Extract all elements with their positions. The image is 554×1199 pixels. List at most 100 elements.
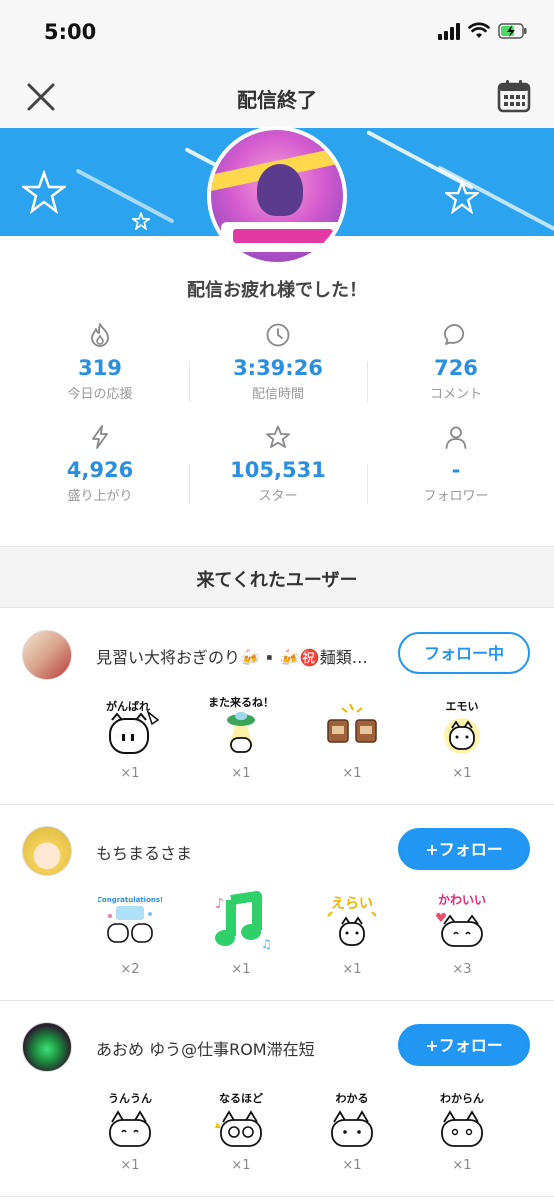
flame-icon [91,323,109,347]
stamp-count: ×1 [342,766,362,781]
stamp-item: なるほど ×1 [201,1082,281,1173]
stat-followers: - フォロワー [364,424,548,524]
svg-text:エモい: エモい [446,700,479,713]
star-decoration-icon [132,212,150,230]
stamp-count: ×1 [342,1158,362,1173]
svg-text:なるほど: なるほど [219,1092,263,1105]
svg-text:♪: ♪ [215,896,224,912]
star-icon [266,425,290,448]
stamp-item: Congratulations! ×2 [90,886,170,977]
stamp-count: ×1 [231,766,251,781]
visitor-row: あおめ ゆう@仕事ROM滞在短 +フォロー うんうん ×1 なるほど ×1 わか… [0,1002,554,1197]
stat-value: 726 [434,356,478,380]
stamp-item: ♪ ♫ ×1 [201,886,281,977]
stamp-count: ×1 [120,1158,140,1173]
svg-text:♫: ♫ [261,937,272,951]
stat-comments: 726 コメント [364,322,548,422]
svg-text:わかる: わかる [336,1092,369,1105]
stat-cheers: 319 今日の応援 [8,322,192,422]
stat-label: 配信時間 [251,387,304,402]
lightning-icon [92,425,108,449]
cellular-signal-icon [438,22,460,40]
stamp-item: エモい ×1 [422,690,502,781]
stamp-item: うんうん ×1 [90,1082,170,1173]
stat-value: 105,531 [230,458,326,482]
status-icons [438,22,528,40]
streamer-avatar [207,126,347,266]
visitor-name[interactable]: 見習い大将おぎのり🍻▪️🍻㊗️麺類… [96,644,386,668]
stat-label: フォロワー [423,489,489,504]
stamp-count: ×1 [231,962,251,977]
stats-grid: 319 今日の応援 3:39:26 配信時間 726 コメント 4,926 盛り… [0,320,554,520]
stamp-count: ×3 [452,962,472,977]
avatar[interactable] [22,1022,72,1072]
music-note-stamp-icon: ♪ ♫ [215,891,272,951]
cat-cheer-stamp-icon: がんばれ [106,699,160,754]
stamp-item: えらい ×1 [312,886,392,977]
stamp-count: ×1 [120,766,140,781]
stat-value: 3:39:26 [233,356,323,380]
stamp-list: がんばれ ×1 また来るね！ ×1 ×1 エモい ×1 [0,690,554,800]
svg-text:また来るね！: また来るね！ [209,695,273,709]
cat-naruhodo-stamp-icon: なるほど [215,1092,263,1147]
follow-button[interactable]: +フォロー [398,828,530,870]
stamp-item: わかる ×1 [312,1082,392,1173]
person-icon [445,426,467,449]
stamp-item: また来るね！ ×1 [201,690,281,781]
stat-excitement: 4,926 盛り上がり [8,424,192,524]
stamp-item: がんばれ ×1 [90,690,170,781]
avatar[interactable] [22,630,72,680]
battery-charging-icon [498,23,527,39]
stat-label: 盛り上がり [67,489,133,504]
clock-icon [266,323,290,347]
svg-text:うんうん: うんうん [108,1092,152,1105]
svg-text:かわいい: かわいい [438,893,486,907]
stamp-count: ×1 [231,1158,251,1173]
stat-label: スター [258,489,298,504]
stamp-count: ×1 [342,962,362,977]
svg-text:Congratulations!: Congratulations! [98,896,162,904]
visitor-name[interactable]: あおめ ゆう@仕事ROM滞在短 [96,1036,386,1060]
svg-text:えらい: えらい [331,896,373,912]
cat-kawaii-stamp-icon: かわいい [436,893,486,947]
stamp-item: ×1 [312,690,392,781]
congratulations-stamp-icon: Congratulations! [98,896,162,943]
avatar[interactable] [22,826,72,876]
cat-wakaru-stamp-icon: わかる [331,1092,373,1147]
svg-text:わからん: わからん [440,1092,484,1105]
star-decoration-icon [445,180,479,214]
svg-text:がんばれ: がんばれ [106,699,150,713]
stamp-list: Congratulations! ×2 ♪ ♫ ×1 えらい ×1 かわいい ×… [0,886,554,996]
cat-emoi-stamp-icon: エモい [444,700,480,754]
stat-label: 今日の応援 [67,387,133,402]
stat-value: 4,926 [66,458,134,482]
visitor-row: もちまるさま +フォロー Congratulations! ×2 ♪ ♫ ×1 [0,806,554,1001]
following-button[interactable]: フォロー中 [398,632,530,674]
stat-value: 319 [78,356,122,380]
stamp-count: ×1 [452,766,472,781]
stat-label: コメント [429,387,482,402]
status-bar: 5:00 [0,0,554,64]
page-title: 配信終了 [237,88,317,112]
thanks-message: 配信お疲れ様でした！ [187,280,367,301]
toast-mugs-stamp-icon [327,703,377,743]
visitor-name[interactable]: もちまるさま [96,840,386,864]
calendar-icon[interactable] [496,78,532,114]
status-time: 5:00 [44,20,97,44]
stat-duration: 3:39:26 配信時間 [186,322,370,422]
follow-button[interactable]: +フォロー [398,1024,530,1066]
comment-icon [444,324,465,345]
ufo-stamp-icon: また来るね！ [209,695,273,753]
cat-erai-stamp-icon: えらい [327,896,377,946]
stat-value: - [451,458,461,482]
star-decoration-icon [22,170,66,214]
stamp-item: わからん ×1 [422,1082,502,1173]
stamp-list: うんうん ×1 なるほど ×1 わかる ×1 わからん ×1 [0,1082,554,1192]
wifi-icon [468,22,490,38]
visitors-section-title: 来てくれたユーザー [196,570,358,591]
stat-stars: 105,531 スター [186,424,370,524]
cat-unun-stamp-icon: うんうん [108,1092,152,1147]
stamp-count: ×1 [452,1158,472,1173]
visitor-row: 見習い大将おぎのり🍻▪️🍻㊗️麺類… フォロー中 がんばれ ×1 また来るね！ … [0,610,554,805]
stamp-count: ×2 [120,962,140,977]
